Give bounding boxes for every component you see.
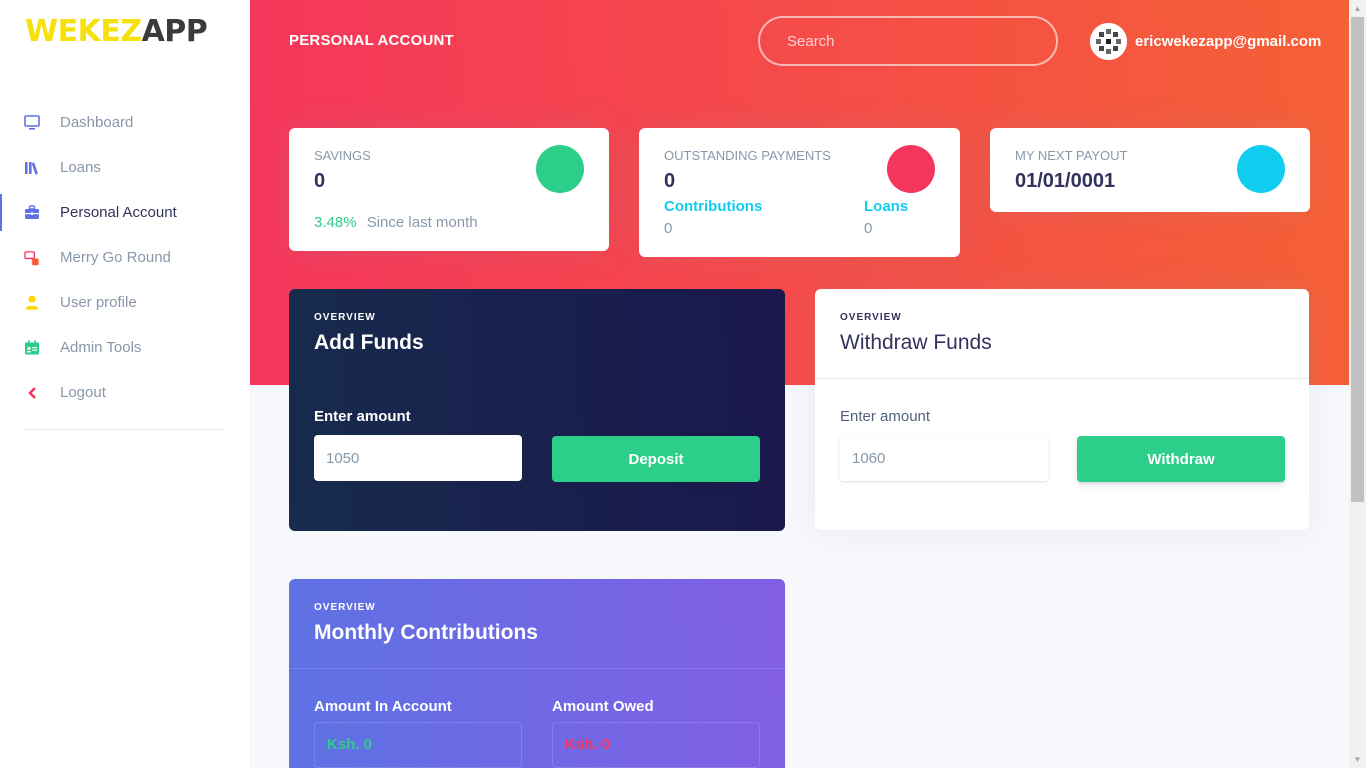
outstanding-payments-card: OUTSTANDING PAYMENTS 0 Contributions 0 L… bbox=[639, 128, 960, 257]
withdraw-funds-title: Withdraw Funds bbox=[840, 331, 992, 354]
sidebar-divider bbox=[24, 429, 226, 430]
scroll-up-arrow-icon[interactable]: ▲ bbox=[1349, 0, 1366, 17]
briefcase-icon bbox=[24, 205, 40, 221]
savings-change: 3.48% bbox=[314, 214, 357, 231]
add-funds-overline: OVERVIEW bbox=[314, 312, 376, 323]
scroll-down-arrow-icon[interactable]: ▼ bbox=[1349, 751, 1366, 768]
withdraw-funds-panel: OVERVIEW Withdraw Funds Enter amount Wit… bbox=[815, 289, 1309, 530]
savings-title: SAVINGS bbox=[314, 148, 371, 163]
vertical-scrollbar[interactable]: ▲ ▼ bbox=[1349, 0, 1366, 768]
monthly-contributions-panel: OVERVIEW Monthly Contributions Amount In… bbox=[289, 579, 785, 768]
books-icon bbox=[24, 160, 40, 176]
payout-circle-icon bbox=[1237, 145, 1285, 193]
sidebar-item-label: Loans bbox=[60, 159, 101, 176]
contributions-label: Contributions bbox=[664, 198, 763, 215]
brand-logo[interactable]: WEKEZAPP bbox=[25, 14, 208, 50]
payout-title: MY NEXT PAYOUT bbox=[1015, 148, 1128, 163]
monthly-overline: OVERVIEW bbox=[314, 602, 376, 613]
deposit-amount-input[interactable] bbox=[314, 435, 522, 481]
payout-value: 01/01/0001 bbox=[1015, 170, 1116, 192]
savings-card: SAVINGS 0 3.48% Since last month bbox=[289, 128, 609, 251]
user-icon bbox=[24, 295, 40, 311]
scroll-thumb[interactable] bbox=[1351, 17, 1364, 502]
contributions-value: 0 bbox=[664, 220, 673, 237]
add-funds-panel: OVERVIEW Add Funds Enter amount Deposit bbox=[289, 289, 785, 531]
user-menu[interactable]: ericwekezapp@gmail.com bbox=[1090, 23, 1321, 60]
amount-in-account-value: Ksh. 0 bbox=[314, 722, 522, 768]
withdraw-amount-input[interactable] bbox=[840, 435, 1048, 481]
sidebar-item-label: Logout bbox=[60, 384, 106, 401]
loans-value: 0 bbox=[864, 220, 873, 237]
withdraw-funds-divider bbox=[815, 378, 1309, 379]
monthly-divider bbox=[289, 668, 785, 669]
savings-footer: 3.48% Since last month bbox=[314, 214, 478, 231]
page-title: PERSONAL ACCOUNT bbox=[289, 32, 454, 49]
sidebar-item-dashboard[interactable]: Dashboard bbox=[0, 100, 250, 145]
withdraw-funds-overline: OVERVIEW bbox=[840, 312, 902, 323]
next-payout-card: MY NEXT PAYOUT 01/01/0001 bbox=[990, 128, 1310, 212]
outstanding-value: 0 bbox=[664, 170, 676, 192]
loans-label: Loans bbox=[864, 198, 909, 215]
user-email: ericwekezapp@gmail.com bbox=[1135, 33, 1322, 50]
amount-owed-label: Amount Owed bbox=[552, 698, 654, 715]
savings-change-label: Since last month bbox=[366, 214, 478, 231]
outstanding-title: OUTSTANDING PAYMENTS bbox=[664, 148, 831, 163]
sidebar-item-personal-account[interactable]: Personal Account bbox=[0, 190, 250, 235]
brand-logo-part1: WEKEZ bbox=[25, 14, 142, 49]
badge-icon bbox=[24, 340, 40, 356]
sidebar-item-user-profile[interactable]: User profile bbox=[0, 280, 250, 325]
brand-logo-part2: APP bbox=[141, 14, 208, 49]
sidebar-item-merry-go-round[interactable]: Merry Go Round bbox=[0, 235, 250, 280]
add-funds-amount-label: Enter amount bbox=[314, 408, 411, 425]
savings-value: 0 bbox=[314, 170, 326, 192]
amount-in-account-label: Amount In Account bbox=[314, 698, 452, 715]
monthly-title: Monthly Contributions bbox=[314, 621, 538, 644]
sidebar-item-admin-tools[interactable]: Admin Tools bbox=[0, 325, 250, 370]
sidebar-item-label: Personal Account bbox=[60, 204, 177, 221]
add-funds-title: Add Funds bbox=[314, 331, 424, 354]
sidebar-item-label: Dashboard bbox=[60, 114, 134, 131]
sidebar-item-logout[interactable]: Logout bbox=[0, 370, 250, 415]
avatar bbox=[1090, 23, 1127, 60]
sidebar-item-label: Merry Go Round bbox=[60, 249, 171, 266]
withdraw-funds-amount-label: Enter amount bbox=[840, 408, 931, 425]
search-input[interactable] bbox=[758, 16, 1058, 66]
sidebar: WEKEZAPP Dashboard Loans Personal Accoun… bbox=[0, 0, 250, 768]
withdraw-button[interactable]: Withdraw bbox=[1077, 436, 1285, 482]
sidebar-item-loans[interactable]: Loans bbox=[0, 145, 250, 190]
deposit-button[interactable]: Deposit bbox=[552, 436, 760, 482]
savings-circle-icon bbox=[536, 145, 584, 193]
tv-icon bbox=[24, 115, 40, 131]
amount-owed-value: Ksh. 0 bbox=[552, 722, 760, 768]
coins-icon bbox=[24, 250, 40, 266]
sidebar-item-label: Admin Tools bbox=[60, 339, 142, 356]
chevron-left-icon bbox=[24, 385, 40, 401]
outstanding-circle-icon bbox=[887, 145, 935, 193]
sidebar-nav: Dashboard Loans Personal Account Merry G… bbox=[0, 100, 250, 415]
sidebar-item-label: User profile bbox=[60, 294, 137, 311]
